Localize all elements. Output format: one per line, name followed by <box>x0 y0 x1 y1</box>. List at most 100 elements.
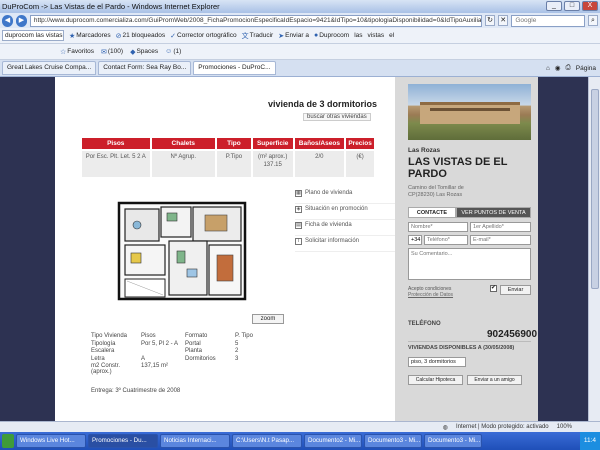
check-icon: ✓ <box>170 32 177 40</box>
taskbar-item[interactable]: Promociones - Du... <box>88 434 158 448</box>
search-icon[interactable]: ⌕ <box>587 15 599 26</box>
form-row-phone <box>408 235 531 245</box>
feeds-icon[interactable]: ◉ <box>555 64 561 72</box>
tab-promociones[interactable]: Promociones - DuProC... <box>193 61 276 75</box>
start-button[interactable] <box>2 434 14 448</box>
building-shape <box>420 102 520 124</box>
taskbar-item[interactable]: Documento2 - Mi... <box>304 434 362 448</box>
zoom-button[interactable]: zoom <box>252 314 284 324</box>
search-other-link[interactable]: buscar otras viviendas <box>303 113 371 121</box>
search-term-vistas[interactable]: vistas <box>368 32 385 39</box>
taskbar-item[interactable]: C:\Users\N.t Pasap... <box>232 434 302 448</box>
send-to-button[interactable]: ➤ Enviar a <box>278 32 309 40</box>
system-tray-clock[interactable]: 11:4 <box>579 432 600 450</box>
spec-label: Tipo Vivienda <box>91 333 128 339</box>
send-button[interactable]: Enviar <box>500 285 531 295</box>
value-chalets: Nº Agrup. <box>151 151 216 177</box>
link-ficha[interactable]: ▤ Ficha de vivienda <box>295 220 395 236</box>
messenger-icon: ☺ <box>165 48 173 55</box>
spec-label: Portal <box>185 340 201 347</box>
status-bar: ◍ Internet | Modo protegido: activado 10… <box>0 421 600 432</box>
taskbar-item[interactable]: Noticias Internaci... <box>160 434 230 448</box>
toolbar-search-input[interactable]: duprocom las vistas el p <box>2 30 64 41</box>
comment-field[interactable] <box>408 248 531 280</box>
scroll-thumb[interactable] <box>591 89 599 289</box>
search-term-duprocom[interactable]: ● Duprocom <box>314 32 349 39</box>
spec-row: Escalera Planta 2 <box>91 348 271 356</box>
spec-row: Tipo Vivienda Pisos Formato P. Tipo <box>91 333 271 341</box>
vertical-scrollbar[interactable] <box>588 77 600 421</box>
page-menu[interactable]: Página <box>576 64 596 72</box>
search-term-las[interactable]: las <box>354 32 362 39</box>
name-field[interactable] <box>408 222 468 232</box>
building-windows <box>430 108 510 111</box>
spec-label: m2 Constr. (aprox.) <box>91 363 121 375</box>
search-field[interactable]: Google <box>511 14 585 27</box>
value-banos: 2/0 <box>294 151 345 177</box>
favorites-button[interactable]: ☆ Favoritos <box>60 48 94 56</box>
mail-button[interactable]: ✉ (100) <box>101 48 123 56</box>
maximize-button[interactable]: □ <box>564 1 580 11</box>
tab-contact-form[interactable]: Contact Form: Sea Ray Bo... <box>98 61 192 75</box>
page-title: vivienda de 3 dormitorios <box>268 99 378 109</box>
taskbar-item[interactable]: Documento3 - Mi... <box>424 434 482 448</box>
spaces-button[interactable]: ◆ Spaces <box>130 48 158 56</box>
document-icon: ▤ <box>295 222 302 229</box>
send-to-label: Enviar a <box>285 32 309 39</box>
close-button[interactable]: X <box>582 1 598 11</box>
taskbar-item[interactable]: Documento3 - Mi... <box>364 434 422 448</box>
link-info[interactable]: i Solicitar información <box>295 236 395 252</box>
bookmarks-label: Marcadores <box>76 32 111 39</box>
header-chalets: Chalets <box>151 138 216 149</box>
phone-label: TELÉFONO <box>408 321 441 327</box>
spec-value: P. Tipo <box>235 333 253 339</box>
spellcheck-button[interactable]: ✓ Corrector ortográfico <box>170 32 236 40</box>
spec-label: Planta <box>185 348 203 354</box>
header-superficie: Superficie <box>252 138 293 149</box>
availability-label: VIVIENDAS DISPONIBLES A (30/05/2008) <box>408 345 515 351</box>
spec-label: Formato <box>185 333 208 339</box>
popup-blocker-button[interactable]: ⊘ 21 bloqueados <box>116 32 166 40</box>
search-term-el[interactable]: el <box>389 32 394 39</box>
taskbar-item[interactable]: Windows Live Hot... <box>16 434 86 448</box>
refresh-icon[interactable]: ↻ <box>484 15 496 26</box>
spec-label: Tipología <box>91 340 116 347</box>
globe-icon: ◍ <box>442 424 449 431</box>
zoom-level[interactable]: 100% <box>557 424 572 430</box>
tab-puntos-venta[interactable]: VER PUNTOS DE VENTA <box>456 207 531 218</box>
home-icon[interactable]: ⌂ <box>546 64 550 72</box>
translate-button[interactable]: 文 Traducir <box>242 31 274 41</box>
accept-checkbox[interactable]: ✔ <box>490 285 497 292</box>
plan-icon: ▦ <box>295 190 302 197</box>
unit-select[interactable]: piso, 3 dormitorios <box>408 357 466 367</box>
link-plano[interactable]: ▦ Plano de vivienda <box>295 188 395 204</box>
stop-icon[interactable]: ✕ <box>498 15 509 26</box>
tab-contacte[interactable]: CONTACTE <box>408 207 456 218</box>
star-icon: ★ <box>69 32 76 40</box>
minimize-button[interactable]: _ <box>546 1 562 11</box>
security-zone: Internet | Modo protegido: activado <box>456 424 549 430</box>
spec-row: Letra A Dormitorios 3 <box>91 356 271 364</box>
print-icon[interactable]: ⎙ <box>566 64 571 72</box>
promotion-region: Las Rozas <box>408 147 441 154</box>
value-precios: (€) <box>346 151 374 177</box>
bookmarks-button[interactable]: ★ Marcadores <box>69 32 111 40</box>
phone-field[interactable] <box>424 235 468 245</box>
calc-mortgage-button[interactable]: Calcular Hipoteca <box>408 375 463 385</box>
forward-icon[interactable]: ▶ <box>15 14 27 27</box>
favorites-label: Favoritos <box>67 48 95 55</box>
back-icon[interactable]: ◀ <box>2 14 13 27</box>
send-friend-button[interactable]: Enviar a un amigo <box>467 375 522 385</box>
info-icon: i <box>295 238 302 245</box>
surname-field[interactable] <box>470 222 531 232</box>
link-situacion[interactable]: ◈ Situación en promoción <box>295 204 395 220</box>
phone-prefix-field[interactable] <box>408 235 422 245</box>
privacy-link[interactable]: Protección de Datos <box>408 292 488 298</box>
messenger-button[interactable]: ☺ (1) <box>165 48 181 55</box>
email-field[interactable] <box>470 235 531 245</box>
send-icon: ➤ <box>278 32 285 40</box>
url-field[interactable]: http://www.duprocom.comercializa.com/Gui… <box>29 14 482 27</box>
tab-great-lakes[interactable]: Great Lakes Cruise Compa... <box>2 61 97 75</box>
form-row-name <box>408 222 531 232</box>
mail-icon: ✉ <box>101 48 107 56</box>
